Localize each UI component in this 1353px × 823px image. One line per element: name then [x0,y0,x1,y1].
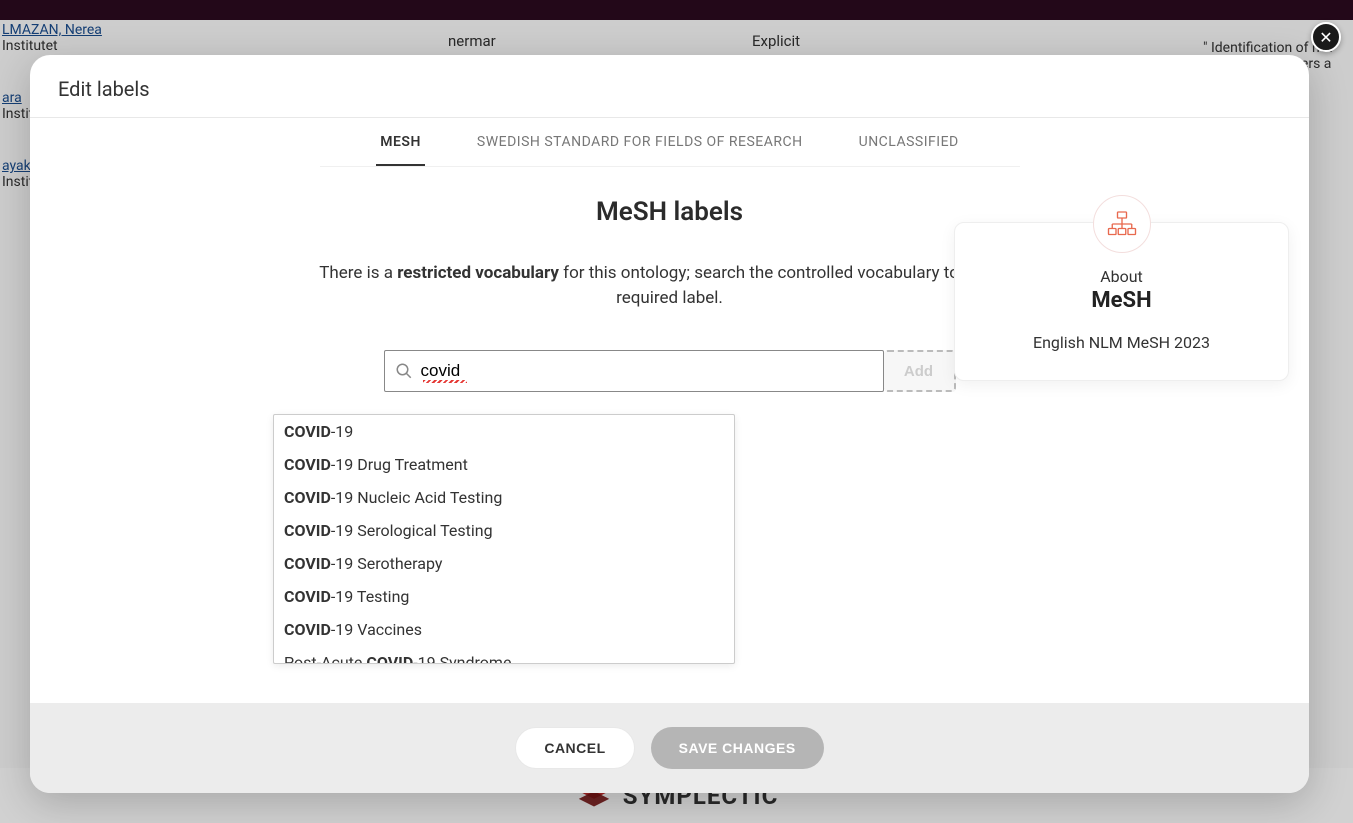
desc-suffix: for this ontology; search the controlled… [559,263,1020,308]
close-icon: ✕ [1319,28,1332,47]
spellcheck-underline [423,380,467,383]
tab-mesh[interactable]: MESH [376,118,425,166]
save-changes-button[interactable]: SAVE CHANGES [651,727,824,769]
cancel-button[interactable]: CANCEL [515,727,634,769]
tab-unclassified[interactable]: UNCLASSIFIED [855,118,963,166]
tab-swedish-standard[interactable]: SWEDISH STANDARD FOR FIELDS OF RESEARCH [473,118,807,166]
dropdown-option[interactable]: COVID-19 Nucleic Acid Testing [274,481,734,514]
close-button[interactable]: ✕ [1311,22,1341,52]
dropdown-option[interactable]: COVID-19 [274,415,734,448]
dropdown-option[interactable]: Post-Acute COVID-19 Syndrome [274,646,734,664]
desc-bold: restricted vocabulary [397,263,559,283]
dropdown-option[interactable]: COVID-19 Serological Testing [274,514,734,547]
hierarchy-icon [1093,195,1151,253]
autocomplete-dropdown: COVID-19 COVID-19 Drug Treatment COVID-1… [273,414,735,664]
modal-header: Edit labels [30,55,1309,118]
tab-bar: MESH SWEDISH STANDARD FOR FIELDS OF RESE… [320,118,1020,167]
dropdown-scroll[interactable]: COVID-19 COVID-19 Drug Treatment COVID-1… [274,415,734,664]
search-input[interactable] [413,361,873,381]
about-card: About MeSH English NLM MeSH 2023 [954,222,1289,381]
modal-footer: CANCEL SAVE CHANGES [30,703,1309,793]
panel-description: There is a restricted vocabulary for thi… [300,261,1040,310]
dropdown-option[interactable]: COVID-19 Serotherapy [274,547,734,580]
about-label: About [975,267,1268,286]
modal-body: MESH SWEDISH STANDARD FOR FIELDS OF RESE… [30,118,1309,703]
about-desc: English NLM MeSH 2023 [975,333,1268,352]
dropdown-option[interactable]: COVID-19 Vaccines [274,613,734,646]
desc-prefix: There is a [319,263,397,283]
modal-title: Edit labels [58,77,1281,101]
add-button[interactable]: Add [884,350,956,392]
about-name: MeSH [975,288,1268,313]
dropdown-option[interactable]: COVID-19 Drug Treatment [274,448,734,481]
dropdown-option[interactable]: COVID-19 Testing [274,580,734,613]
search-icon [395,362,413,380]
search-box [384,350,884,392]
edit-labels-modal: Edit labels MESH SWEDISH STANDARD FOR FI… [30,55,1309,793]
